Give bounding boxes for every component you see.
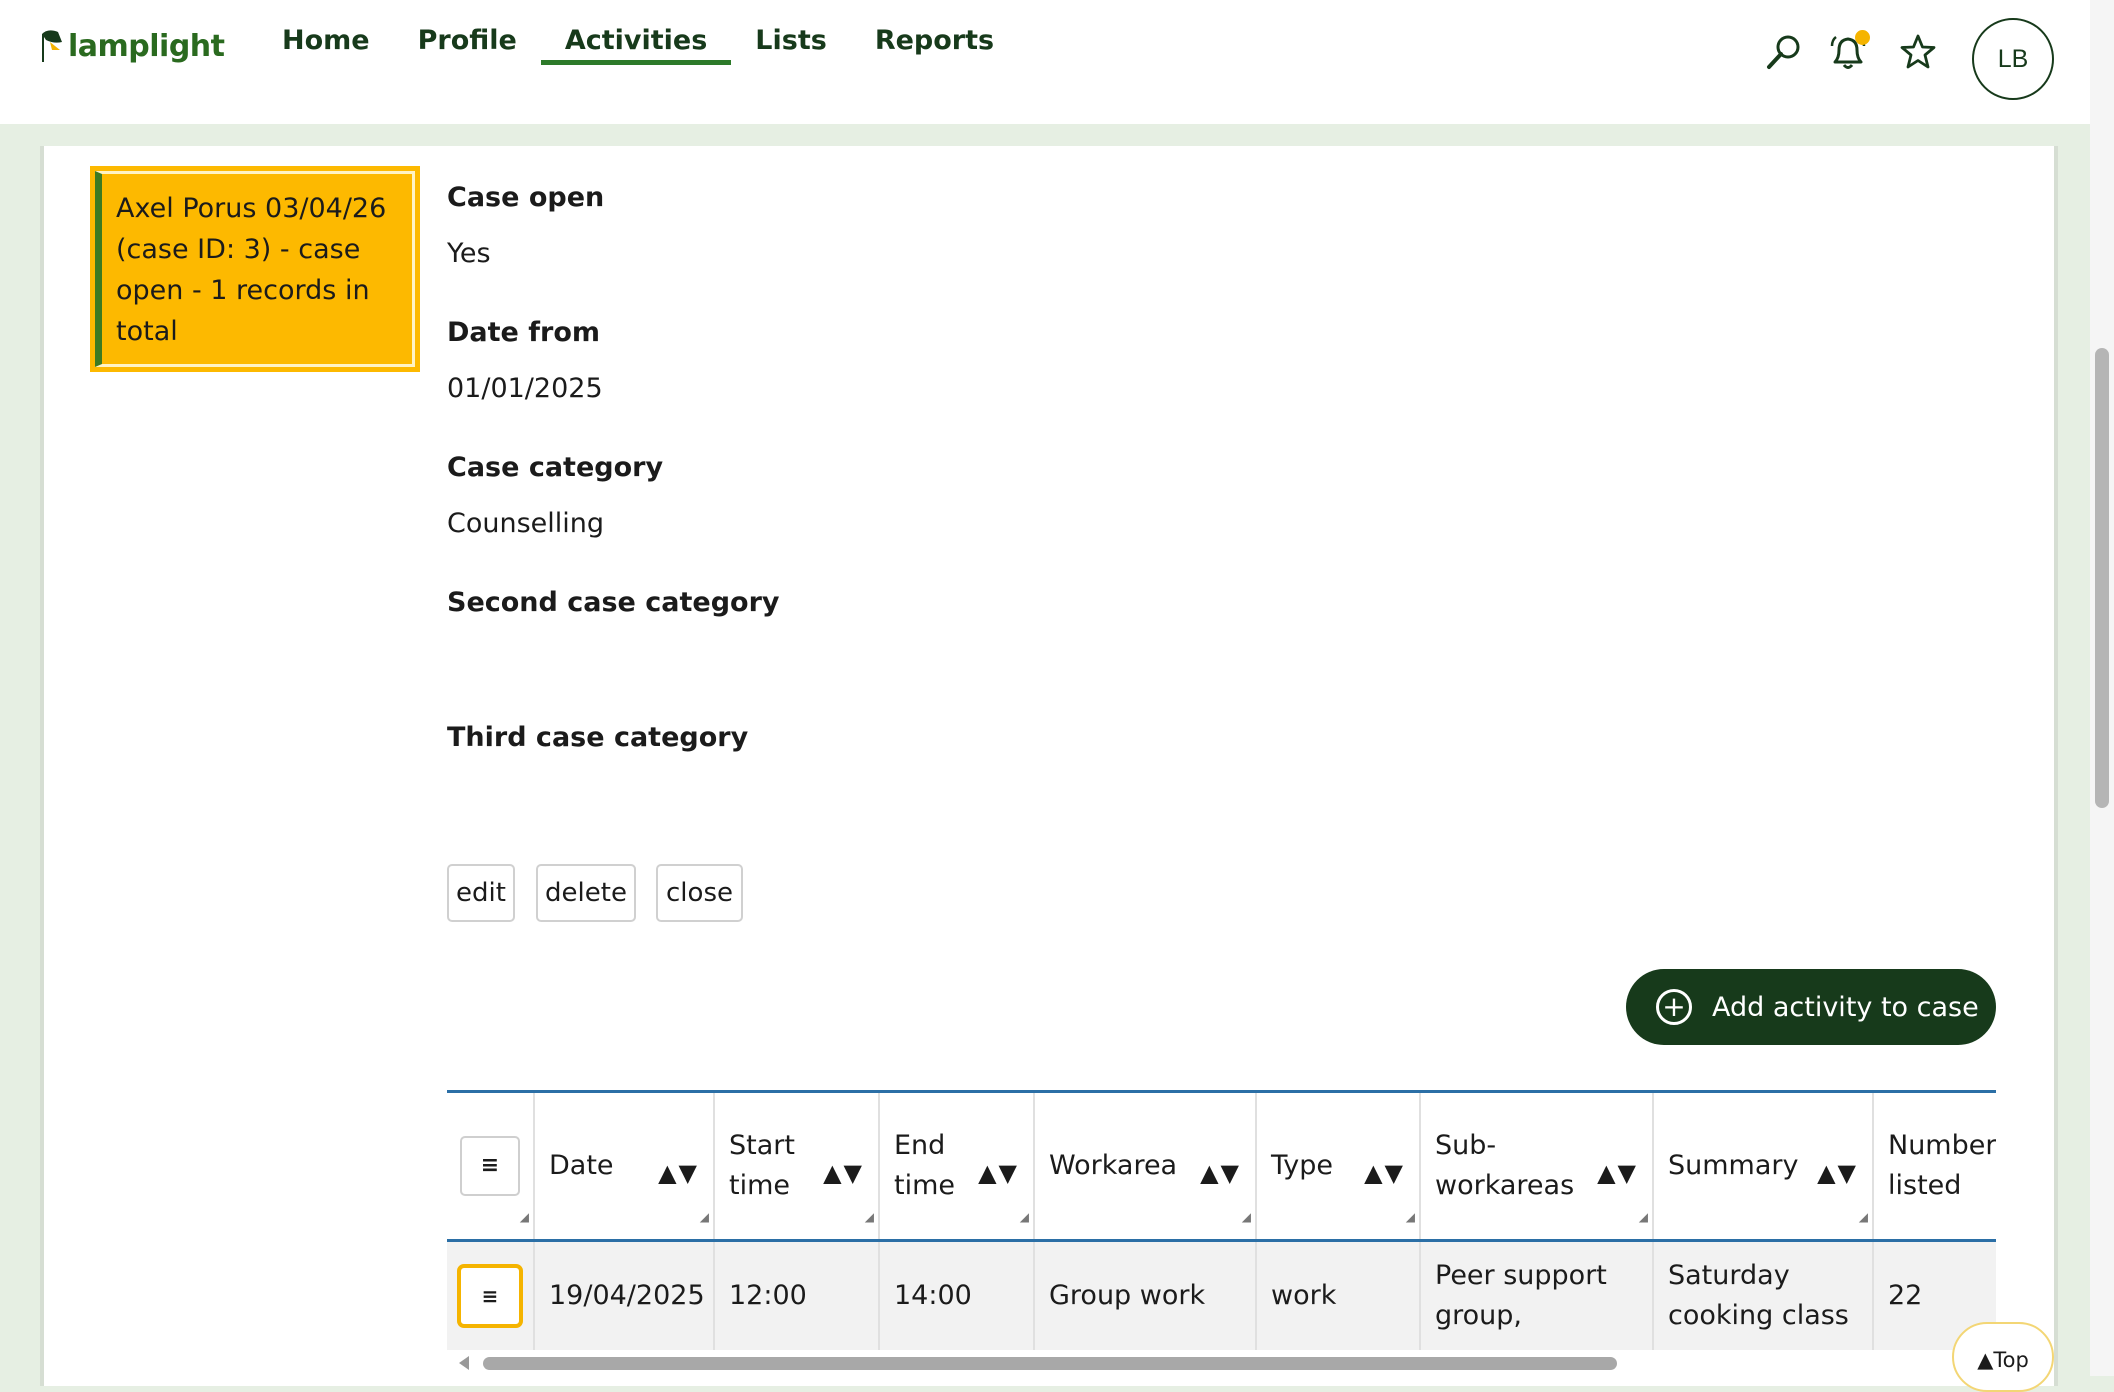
activities-table: ≡ ◢ Date ▲▼ ◢ Start time ▲▼ ◢ End time ▲… (447, 1090, 1996, 1350)
main-nav: Home Profile Activities Lists Reports (258, 0, 1018, 124)
edit-button[interactable]: edit (447, 864, 515, 922)
field-label-second-case-category: Second case category (447, 587, 780, 618)
cell-date: 19/04/2025 (535, 1242, 715, 1350)
column-label: End time (894, 1130, 956, 1201)
row-menu-button[interactable]: ≡ (457, 1264, 523, 1328)
sort-icon[interactable]: ▲▼ (1200, 1153, 1241, 1193)
sort-icon[interactable]: ▲▼ (658, 1153, 699, 1193)
column-label: Date (549, 1150, 614, 1181)
sort-icon[interactable]: ▲▼ (978, 1153, 1019, 1193)
nav-reports[interactable]: Reports (851, 0, 1018, 102)
column-label: Sub-workareas (1435, 1130, 1575, 1201)
cell-summary: Saturday cooking class (1654, 1242, 1874, 1350)
sort-icon[interactable]: ▲▼ (1597, 1153, 1638, 1193)
back-to-top-button[interactable]: ▲Top (1952, 1322, 2054, 1392)
field-label-third-case-category: Third case category (447, 722, 749, 753)
nav-home[interactable]: Home (258, 0, 394, 102)
sort-icon[interactable]: ▲▼ (1817, 1153, 1858, 1193)
column-header-sub-workareas[interactable]: Sub-workareas ▲▼ ◢ (1421, 1093, 1654, 1239)
resize-handle[interactable]: ◢ (520, 1197, 529, 1237)
delete-button[interactable]: delete (536, 864, 636, 922)
top-navigation-bar: lamplight Home Profile Activities Lists … (0, 0, 2090, 124)
cell-sub-workareas: Peer support group, (1421, 1242, 1654, 1350)
column-label: Number listed (1888, 1130, 1996, 1201)
sort-icon[interactable]: ▲▼ (823, 1153, 864, 1193)
row-menu-cell: ≡ (447, 1242, 535, 1350)
cell-start-time: 12:00 (715, 1242, 880, 1350)
logo-text: lamplight (68, 29, 225, 64)
case-summary-card[interactable]: Axel Porus 03/04/26 (case ID: 3) - case … (90, 166, 420, 372)
notification-dot (1855, 30, 1870, 45)
vertical-scrollbar-thumb[interactable] (2095, 348, 2109, 808)
resize-handle[interactable]: ◢ (700, 1197, 709, 1237)
resize-handle[interactable]: ◢ (1242, 1197, 1251, 1237)
horizontal-scrollbar-thumb[interactable] (483, 1357, 1617, 1370)
table-header: ≡ ◢ Date ▲▼ ◢ Start time ▲▼ ◢ End time ▲… (447, 1090, 1996, 1242)
resize-handle[interactable]: ◢ (865, 1197, 874, 1237)
sort-icon[interactable]: ▲▼ (1364, 1153, 1405, 1193)
star-icon (1900, 34, 1936, 69)
favourites-button[interactable] (1896, 30, 1940, 74)
close-button[interactable]: close (656, 864, 743, 922)
cell-end-time: 14:00 (880, 1242, 1035, 1350)
field-label-date-from: Date from (447, 317, 600, 348)
notifications-button[interactable] (1826, 30, 1870, 74)
search-icon (1767, 35, 1800, 69)
nav-profile[interactable]: Profile (394, 0, 541, 102)
cell-workarea: Group work (1035, 1242, 1257, 1350)
column-header-type[interactable]: Type ▲▼ ◢ (1257, 1093, 1421, 1239)
column-header-start-time[interactable]: Start time ▲▼ ◢ (715, 1093, 880, 1239)
field-label-case-category: Case category (447, 452, 664, 483)
column-header-summary[interactable]: Summary ▲▼ ◢ (1654, 1093, 1874, 1239)
plus-circle-icon: + (1656, 989, 1692, 1025)
column-label: Start time (729, 1130, 795, 1201)
nav-lists[interactable]: Lists (731, 0, 851, 102)
user-avatar[interactable]: LB (1972, 18, 2054, 100)
cell-type: work (1257, 1242, 1421, 1350)
column-menu-header: ≡ ◢ (447, 1093, 535, 1239)
scroll-left-arrow-icon[interactable] (459, 1356, 469, 1370)
case-summary-text: Axel Porus 03/04/26 (case ID: 3) - case … (95, 171, 415, 367)
add-activity-label: Add activity to case (1712, 991, 1979, 1023)
field-label-case-open: Case open (447, 182, 605, 213)
resize-handle[interactable]: ◢ (1406, 1197, 1415, 1237)
lamp-logo-icon (42, 30, 62, 62)
vertical-scrollbar[interactable] (2090, 0, 2114, 1376)
lamplight-logo[interactable]: lamplight (38, 28, 225, 64)
table-row[interactable]: ≡ 19/04/2025 12:00 14:00 Group work work… (447, 1242, 1996, 1350)
resize-handle[interactable]: ◢ (1639, 1197, 1648, 1237)
field-value-case-category: Counselling (447, 508, 605, 539)
resize-handle[interactable]: ◢ (1859, 1197, 1868, 1237)
resize-handle[interactable]: ◢ (1020, 1197, 1029, 1237)
nav-activities[interactable]: Activities (540, 0, 732, 102)
column-header-workarea[interactable]: Workarea ▲▼ ◢ (1035, 1093, 1257, 1239)
menu-icon: ≡ (481, 1284, 499, 1308)
column-header-end-time[interactable]: End time ▲▼ ◢ (880, 1093, 1035, 1239)
add-activity-button[interactable]: + Add activity to case (1626, 969, 1996, 1045)
column-label: Summary (1668, 1150, 1799, 1181)
column-label: Type (1271, 1150, 1334, 1181)
horizontal-scrollbar[interactable] (447, 1352, 1996, 1376)
column-label: Workarea (1049, 1150, 1178, 1181)
search-button[interactable] (1762, 30, 1806, 74)
column-header-date[interactable]: Date ▲▼ ◢ (535, 1093, 715, 1239)
field-value-case-open: Yes (447, 238, 491, 269)
menu-icon: ≡ (480, 1153, 500, 1178)
field-value-date-from: 01/01/2025 (447, 373, 603, 404)
column-menu-button[interactable]: ≡ (460, 1136, 520, 1196)
column-header-number-listed[interactable]: Number listed (1874, 1093, 1996, 1239)
